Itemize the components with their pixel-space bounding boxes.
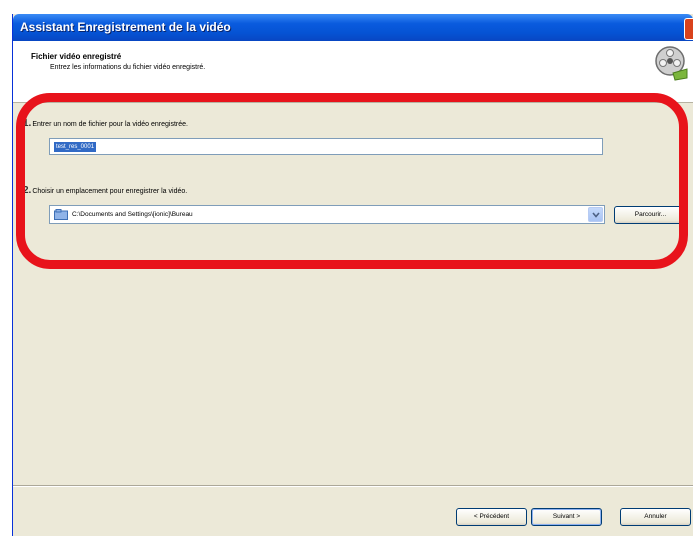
- window-title: Assistant Enregistrement de la vidéo: [20, 20, 231, 34]
- folder-icon: [54, 209, 68, 220]
- chevron-down-icon[interactable]: [588, 207, 603, 222]
- step1-number: 1.: [23, 118, 32, 129]
- header-title: Fichier vidéo enregistré: [31, 52, 122, 61]
- filename-input[interactable]: test_res_0001: [49, 138, 603, 155]
- wizard-header: Fichier vidéo enregistré Entrez les info…: [13, 41, 693, 103]
- location-value: C:\Documents and Settings\[ionic]\Bureau: [72, 211, 193, 218]
- browse-button[interactable]: Parcourir...: [614, 206, 687, 224]
- next-button[interactable]: Suivant >: [531, 508, 602, 526]
- header-subtitle: Entrez les informations du fichier vidéo…: [50, 64, 206, 71]
- step2-text: Choisir un emplacement pour enregistrer …: [32, 188, 188, 195]
- title-bar[interactable]: Assistant Enregistrement de la vidéo: [13, 14, 693, 41]
- step2-number: 2.: [23, 185, 32, 196]
- cancel-button[interactable]: Annuler: [620, 508, 691, 526]
- footer-divider: [13, 485, 693, 487]
- wizard-window: Assistant Enregistrement de la vidéo Fic…: [12, 14, 693, 536]
- filename-value: test_res_0001: [54, 142, 97, 152]
- location-combo[interactable]: C:\Documents and Settings\[ionic]\Bureau: [49, 205, 605, 224]
- step2-label: 2.Choisir un emplacement pour enregistre…: [23, 185, 187, 196]
- previous-button[interactable]: < Précédent: [456, 508, 527, 526]
- close-icon[interactable]: [684, 18, 693, 40]
- step1-text: Entrer un nom de fichier pour la vidéo e…: [32, 121, 188, 128]
- step1-label: 1.Entrer un nom de fichier pour la vidéo…: [23, 118, 188, 129]
- film-reel-icon: [655, 46, 688, 81]
